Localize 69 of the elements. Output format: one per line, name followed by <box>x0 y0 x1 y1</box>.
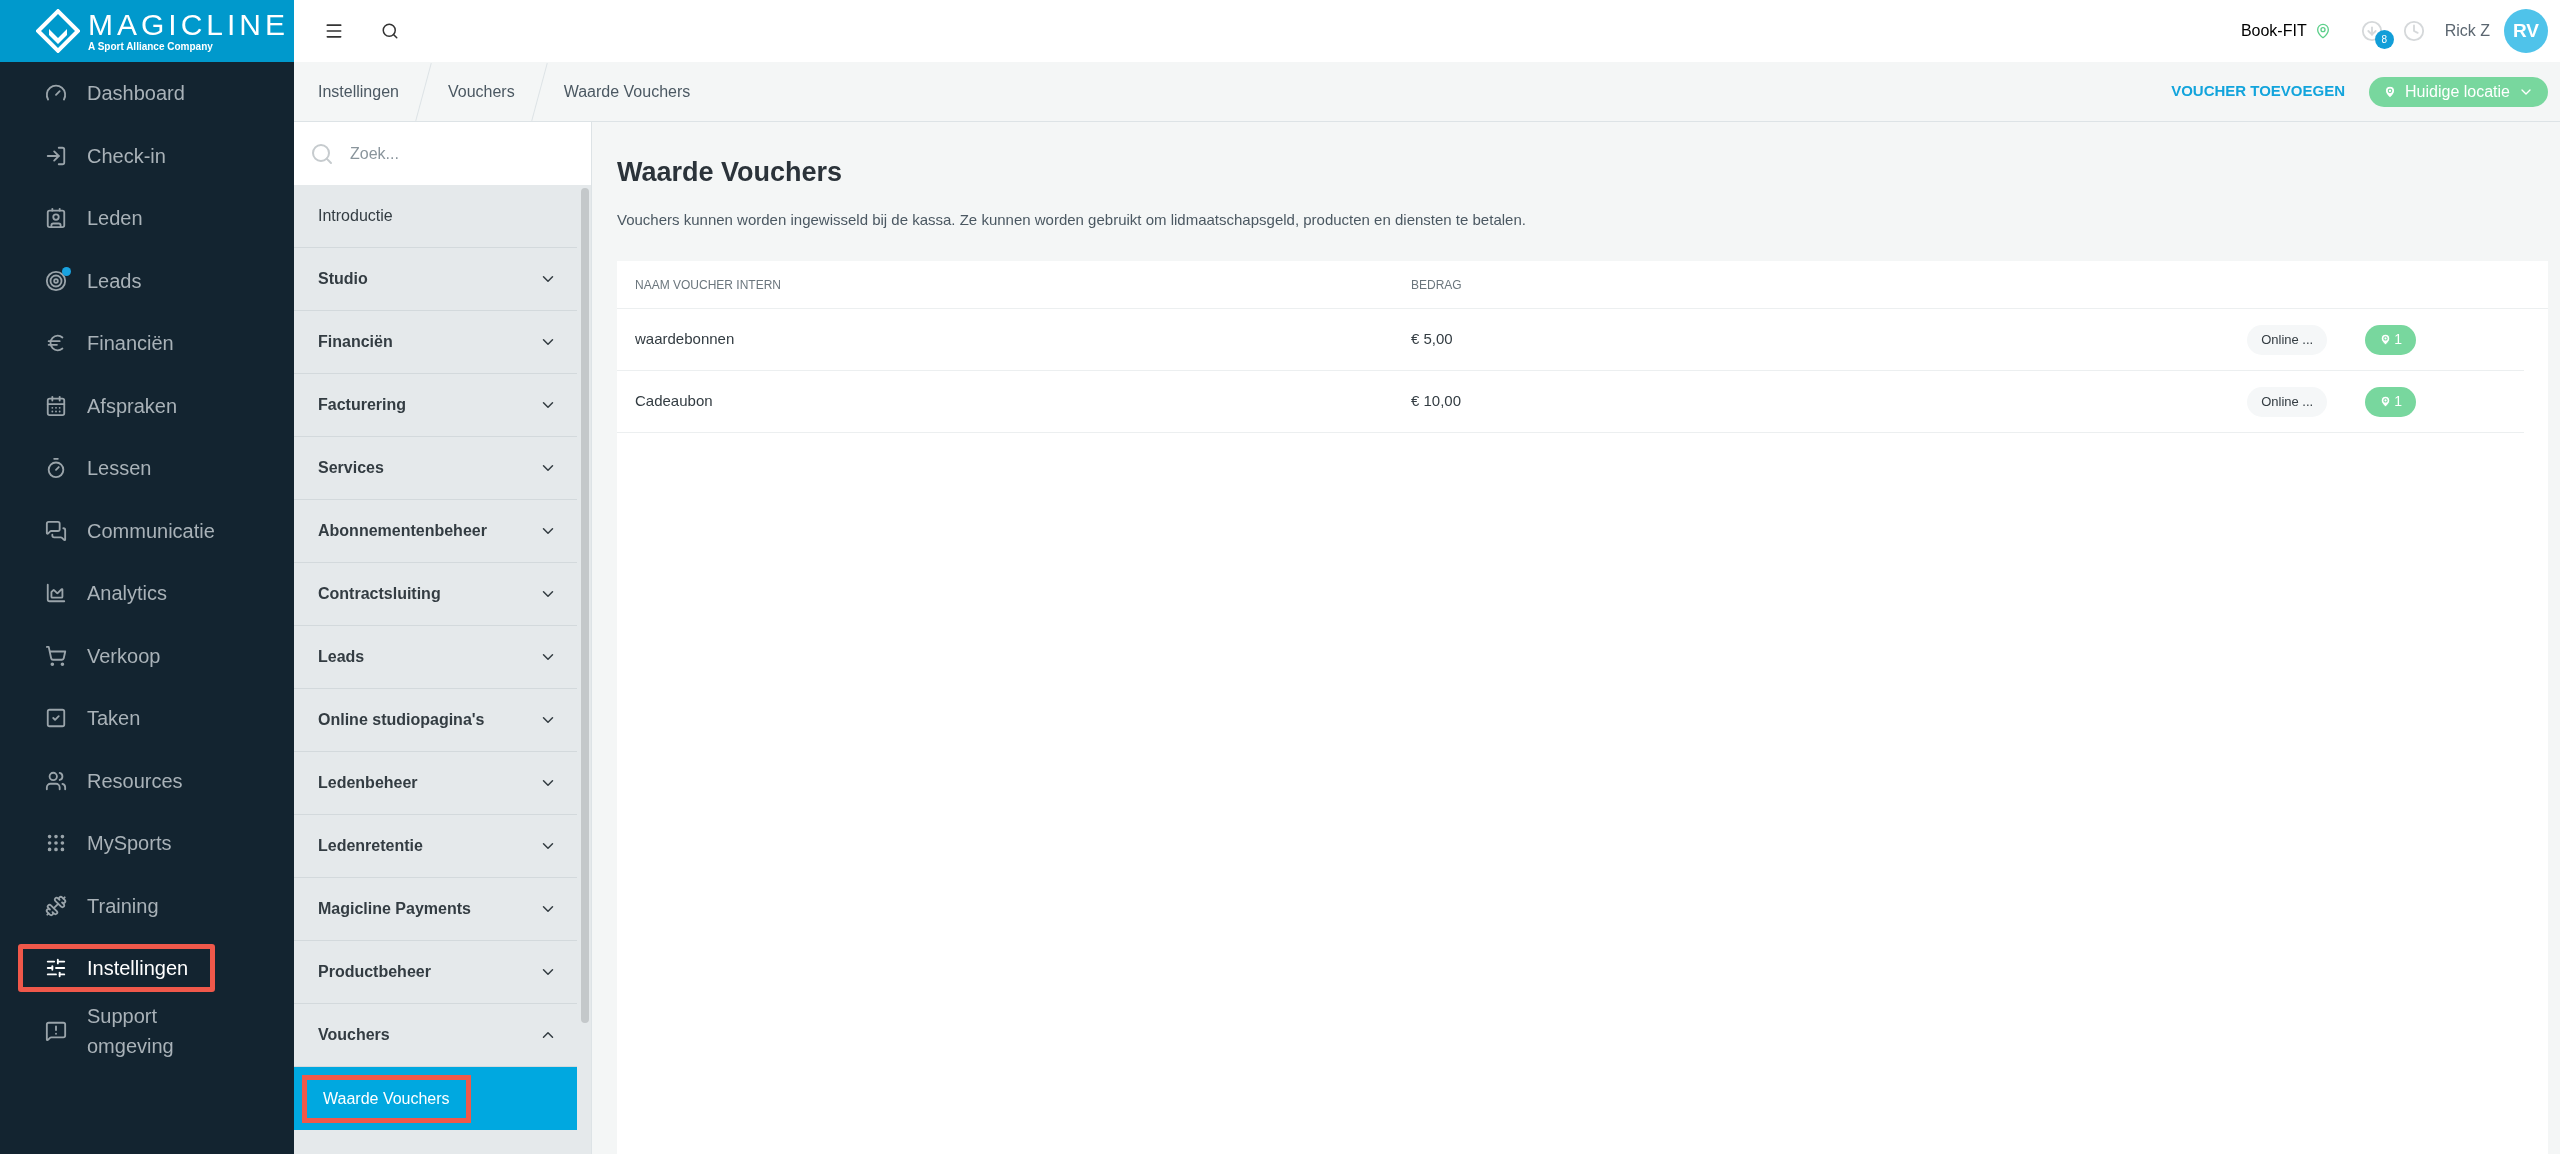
search-field[interactable]: Zoek... <box>350 141 530 166</box>
breadcrumb[interactable]: Instellingen <box>294 79 423 104</box>
settings-menu-item[interactable]: Services <box>294 437 577 500</box>
column-header: NAAM VOUCHER INTERN <box>634 276 782 294</box>
column-header: BEDRAG <box>1411 276 1462 294</box>
nav-item[interactable]: Communicatie <box>18 506 242 555</box>
settings-menu-item[interactable]: Studio <box>294 248 577 311</box>
nav-item[interactable]: MySports <box>18 819 199 868</box>
settings-menu-item[interactable]: Productbeheer <box>294 941 577 1004</box>
menu-icon <box>324 21 344 41</box>
logo-icon <box>36 9 80 53</box>
brand-tagline: A Sport Alliance Company <box>88 42 214 52</box>
user-name[interactable]: Rick Z <box>2444 19 2490 43</box>
settings-menu-item[interactable]: Facturering <box>294 374 577 437</box>
nav-item[interactable]: Dashboard <box>18 69 212 118</box>
table-cell-text: € 10,00 <box>1411 391 1463 412</box>
nav-icon <box>45 269 67 292</box>
settings-menu-item[interactable]: Online studiopagina's <box>294 689 577 752</box>
nav-item[interactable]: Check-in <box>18 131 193 180</box>
settings-menu-item[interactable]: Ledenretentie <box>294 815 577 878</box>
nav-icon <box>45 457 67 480</box>
settings-menu-item[interactable]: Introductie <box>294 185 577 248</box>
nav-item[interactable]: Taken <box>18 694 168 743</box>
table-cell-text: waardebonnen <box>634 329 736 350</box>
nav-item[interactable]: Afspraken <box>18 381 205 430</box>
nav-icon <box>45 519 67 542</box>
notification-badge: 8 <box>2374 30 2394 49</box>
nav-icon <box>45 207 67 230</box>
nav-item[interactable]: Leads <box>18 256 169 305</box>
location-pin-icon <box>2379 395 2393 408</box>
settings-menu-item[interactable]: Magicline Payments <box>294 878 577 941</box>
breadcrumb[interactable]: Vouchers <box>423 79 539 104</box>
channel-tag: Online ... <box>2247 324 2328 355</box>
nav-icon <box>45 394 67 417</box>
nav-item[interactable]: Analytics <box>18 569 195 618</box>
settings-menu-item[interactable]: Financiën <box>294 311 577 374</box>
studio-name[interactable]: Book-FIT <box>2240 19 2307 43</box>
brand-name: MAGICLINE <box>88 10 290 40</box>
settings-menu-item[interactable]: Ledenbeheer <box>294 752 577 815</box>
nav-item[interactable]: Training <box>18 881 186 930</box>
table-cell-text: Cadeaubon <box>634 391 714 412</box>
breadcrumb[interactable]: Waarde Vouchers <box>539 79 715 104</box>
location-pin-icon <box>2379 333 2393 346</box>
nav-item[interactable]: Support omgeving <box>18 1006 276 1055</box>
nav-icon <box>45 957 67 980</box>
page-description: Vouchers kunnen worden ingewisseld bij de kassa. Ze kunnen worden gebruikt om lidmaatschapsgeld, producten en diensten te betalen. <box>617 209 1527 230</box>
nav-item[interactable]: Resources <box>18 756 210 805</box>
nav-icon <box>45 1019 67 1042</box>
nav-icon <box>45 707 67 730</box>
nav-icon <box>45 644 67 667</box>
nav-icon <box>45 769 67 792</box>
location-pin-icon <box>2314 23 2331 39</box>
table-cell-text: € 5,00 <box>1411 329 1454 350</box>
page-title: Waarde Vouchers <box>617 156 844 189</box>
nav-icon <box>45 582 67 605</box>
nav-icon <box>45 894 67 917</box>
search-icon <box>310 141 334 166</box>
search-icon <box>381 22 399 40</box>
settings-menu-item[interactable]: Abonnementenbeheer <box>294 500 577 563</box>
settings-menu-item[interactable]: Contractsluiting <box>294 563 577 626</box>
settings-menu-item[interactable]: Leads <box>294 626 577 689</box>
nav-item[interactable]: Financiën <box>18 319 201 368</box>
nav-item[interactable]: Verkoop <box>18 631 188 680</box>
channel-tag: Online ... <box>2247 386 2328 417</box>
nav-item[interactable]: Instellingen <box>18 944 216 993</box>
download-icon[interactable] <box>2360 20 2383 42</box>
nav-item[interactable]: Lessen <box>18 444 179 493</box>
nav-icon <box>45 144 67 167</box>
nav-item[interactable]: Leden <box>18 194 170 243</box>
